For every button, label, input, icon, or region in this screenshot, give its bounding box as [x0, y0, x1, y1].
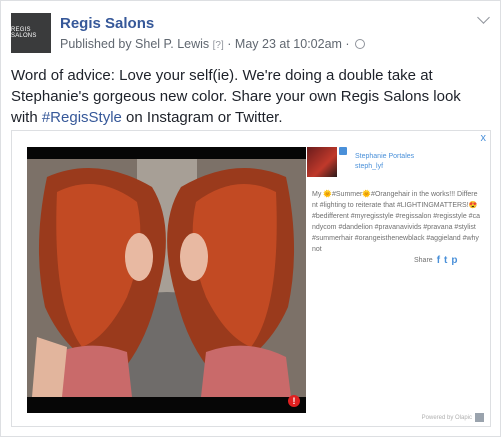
embed-user-name[interactable]: Stephanie Portales — [355, 153, 414, 160]
embed-caption: My 🌞#Summer🌞#Orangehair in the works!!! … — [312, 191, 480, 253]
globe-icon[interactable] — [355, 39, 366, 49]
post-text: Word of advice: Love your self(ie). We'r… — [11, 65, 491, 128]
embed-user-handle[interactable]: steph_lyf — [355, 163, 383, 170]
page-name-link[interactable]: Regis Salons — [60, 15, 154, 32]
meta-separator-2: · — [345, 37, 350, 51]
alert-icon[interactable]: ! — [288, 395, 300, 407]
pinterest-share-icon[interactable]: p — [451, 255, 457, 266]
post-date[interactable]: May 23 at 10:02am — [235, 37, 342, 51]
embed-photo[interactable]: ! — [27, 147, 306, 413]
meta-separator: · — [227, 37, 232, 51]
avatar-logo-text: REGIS SALONS — [11, 27, 37, 39]
post-text-tail: on Instagram or Twitter. — [121, 109, 283, 126]
share-bar: Share f t p — [414, 255, 457, 266]
chevron-down-icon[interactable] — [477, 11, 490, 24]
facebook-share-icon[interactable]: f — [437, 255, 440, 266]
instagram-icon — [339, 147, 347, 155]
page-avatar[interactable]: REGIS SALONS — [11, 13, 51, 53]
photo-illustration — [27, 147, 306, 413]
facebook-post: REGIS SALONS Regis Salons Published by S… — [0, 0, 501, 437]
twitter-share-icon[interactable]: t — [444, 255, 447, 266]
olapic-embed: x ! Stephanie Portales steph_lyf My 🌞#Su… — [11, 130, 491, 427]
published-by: Published by Shel P. Lewis — [60, 37, 210, 51]
user-avatar[interactable] — [307, 147, 337, 177]
olapic-logo-icon[interactable] — [475, 413, 484, 422]
help-marker[interactable]: [?] — [213, 40, 224, 51]
hashtag-link[interactable]: #RegisStyle — [42, 109, 122, 126]
post-meta: Published by Shel P. Lewis [?] · May 23 … — [60, 37, 366, 51]
close-embed-icon[interactable]: x — [481, 132, 487, 144]
share-label: Share — [414, 257, 433, 264]
powered-by[interactable]: Powered by Olapic — [422, 415, 472, 421]
